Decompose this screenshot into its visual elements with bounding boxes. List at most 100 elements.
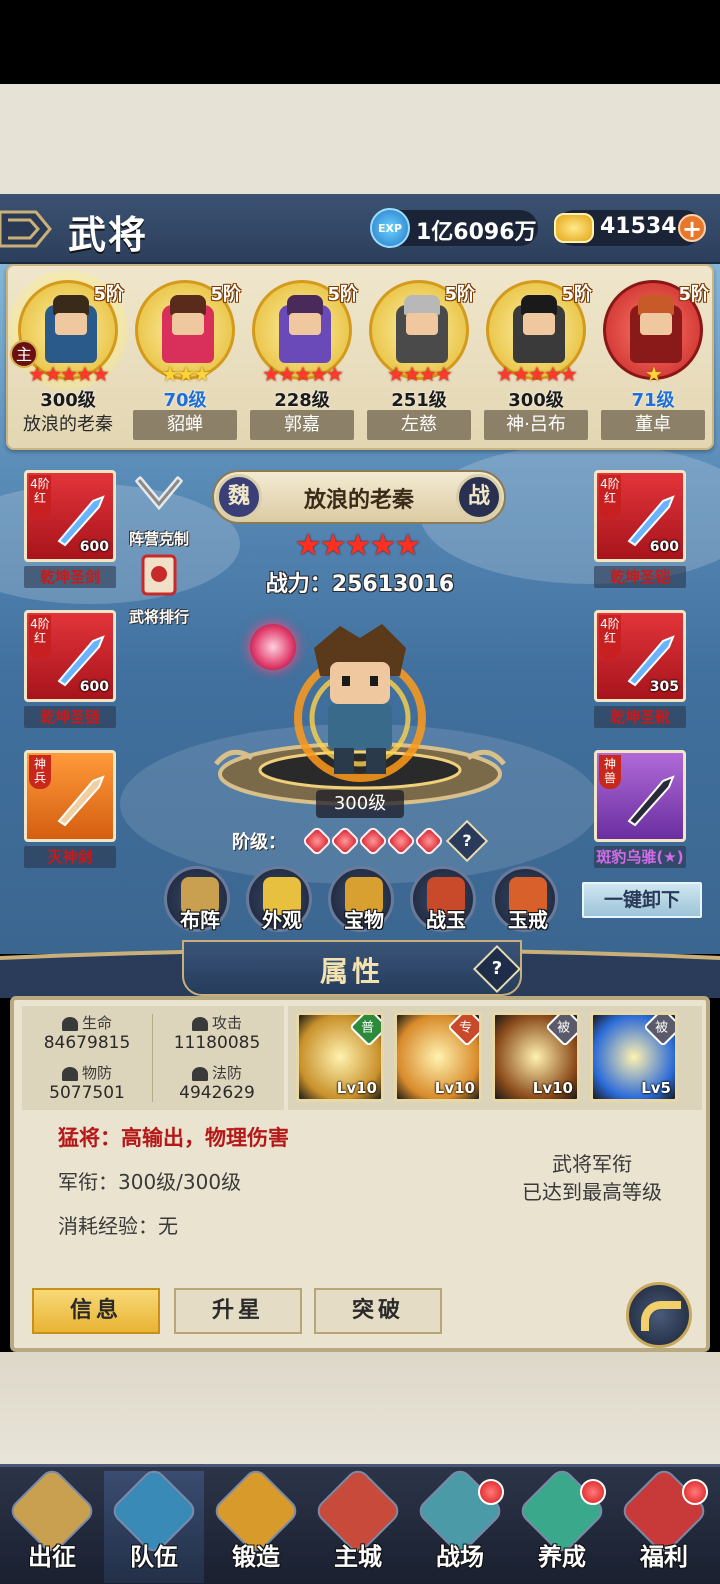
hero-name-label: 放浪的老秦	[23, 414, 113, 435]
equipment-grade-tag: 4阶红	[29, 615, 51, 659]
paw-shield-icon	[61, 1066, 78, 1081]
hero-card[interactable]: 5阶 ★★★★★ 300级 放浪的老秦主	[8, 270, 128, 444]
nav-main-city[interactable]: 主城	[308, 1465, 408, 1583]
skill-type-badge: 被	[545, 1015, 577, 1047]
hero-card[interactable]: 5阶 ★★★★ 251级 左慈	[363, 276, 475, 444]
tab-upgrade-star[interactable]: 升星	[174, 1288, 302, 1334]
appearance-label: 外观	[262, 908, 302, 932]
hero-avatar	[162, 295, 214, 363]
skill-slot[interactable]: 普 Lv10	[296, 1012, 384, 1102]
stat-0: 生命 84679815	[22, 1012, 152, 1053]
hero-card[interactable]: 5阶 ★★★★★ 300级 神·吕布	[480, 276, 592, 444]
nav-cultivation[interactable]: 养成	[512, 1465, 612, 1583]
equipment-slot-right-1[interactable]: 4阶红 305	[594, 610, 686, 702]
hero-stage: 5阶	[678, 284, 709, 305]
hero-stars: ★★★★	[387, 362, 453, 386]
hero-stage: 5阶	[444, 284, 475, 305]
equipment-name: 灭神剑	[24, 846, 116, 868]
heart-icon	[61, 1016, 78, 1031]
battle-power: 战力：25613016	[265, 572, 455, 597]
faction-seal: 魏	[216, 474, 262, 520]
bottom-nav: 出征 队伍 锻造 主城 战场 养成 福利	[0, 1464, 720, 1584]
tab-breakthrough[interactable]: 突破	[314, 1288, 442, 1334]
pet-orb-icon[interactable]	[250, 624, 296, 670]
background-paper-bottom	[0, 1352, 720, 1464]
rank-help-button[interactable]: ?	[445, 819, 489, 863]
exp-cost-desc: 消耗经验：无	[58, 1214, 178, 1238]
equipment-name: 斑豹乌骓(★)	[594, 846, 686, 868]
nav-team[interactable]: 队伍	[104, 1465, 204, 1583]
skill-slot[interactable]: 被 Lv5	[590, 1012, 678, 1102]
exp-resource: EXP 1亿6096万	[370, 208, 538, 248]
jade-ring-button[interactable]: 玉戒	[492, 866, 558, 932]
equipment-slot-right-0[interactable]: 4阶红 600	[594, 470, 686, 562]
equipment-slot-left-2[interactable]: 神兵	[24, 750, 116, 842]
equipment-grade-tag: 4阶红	[29, 475, 51, 519]
exp-value: 1亿6096万	[416, 220, 537, 245]
skill-slot[interactable]: 专 Lv10	[394, 1012, 482, 1102]
attribute-panel: 生命 84679815 攻击 11180085 物防 5077501 法防 4942629 普…	[10, 996, 710, 1352]
main-hero-badge: 主	[10, 340, 38, 368]
stat-value: 5077501	[49, 1083, 125, 1103]
status-bar	[0, 0, 720, 84]
hero-stars: ★★★★★	[262, 362, 344, 386]
nav-welfare[interactable]: 福利	[614, 1465, 714, 1583]
hero-character-sprite[interactable]	[290, 618, 430, 788]
nav-label: 出征	[28, 1543, 76, 1571]
nav-forge[interactable]: 锻造	[206, 1465, 306, 1583]
stat-key: 生命	[81, 1014, 112, 1032]
hero-roster: 5阶 ★★★★★ 300级放浪的老秦 主 5阶 ★★★ 70级 貂蝉 5阶 ★★★★★ 228级 郭嘉…	[6, 264, 714, 450]
header-bar: 武将 EXP 1亿6096万 41534 +	[0, 194, 720, 264]
description-area: 猛将：高输出，物理伤害 军衔：300级/300级 消耗经验：无 武将军衔 已达到…	[22, 1110, 702, 1286]
unequip-all-button[interactable]: 一键卸下	[582, 882, 702, 918]
tab-info[interactable]: 信息	[32, 1288, 160, 1334]
equipment-grade-tag: 4阶红	[599, 475, 621, 519]
hero-ranking-label: 武将排行	[128, 608, 189, 626]
hero-star-rating: ★★★★★	[294, 528, 421, 563]
camp-counter-button[interactable]: 阵营克制	[124, 470, 194, 549]
nav-battlefield[interactable]: 战场	[410, 1465, 510, 1583]
stat-key: 物防	[81, 1064, 112, 1082]
treasure-button[interactable]: 宝物	[328, 866, 394, 932]
rank-row: 阶级： ?	[232, 819, 492, 863]
skill-type-badge: 普	[349, 1015, 381, 1047]
equipment-count: 600	[79, 679, 109, 695]
exp-icon: EXP	[370, 208, 410, 248]
swords-icon	[191, 1016, 208, 1031]
nav-label: 主城	[334, 1543, 382, 1571]
menu-back-icon[interactable]	[0, 202, 54, 256]
jade-ring-label: 玉戒	[508, 908, 548, 932]
equipment-icon	[57, 775, 105, 827]
hero-level: 300级	[316, 790, 404, 818]
hero-ranking-button[interactable]: 武将排行	[124, 548, 194, 627]
equipment-grade-tag: 4阶红	[599, 615, 621, 659]
equipment-slot-right-2[interactable]: 神兽	[594, 750, 686, 842]
skill-slot[interactable]: 被 Lv10	[492, 1012, 580, 1102]
nav-label: 福利	[640, 1543, 688, 1571]
rank-gem-icon	[385, 825, 417, 857]
equipment-count: 305	[649, 679, 679, 695]
stat-2: 物防 5077501	[22, 1062, 152, 1103]
hero-card[interactable]: 5阶 ★ 71级 董卓	[597, 276, 709, 444]
back-button[interactable]	[626, 1282, 692, 1348]
hero-card[interactable]: 5阶 ★★★★★ 228级 郭嘉	[246, 276, 358, 444]
hero-avatar	[279, 295, 331, 363]
hero-level-label: 300级	[40, 390, 96, 411]
hero-stage: 5阶	[561, 284, 592, 305]
nav-label: 战场	[436, 1543, 484, 1571]
equipment-slot-left-0[interactable]: 4阶红 600	[24, 470, 116, 562]
notification-dot-icon	[682, 1479, 708, 1505]
hero-card[interactable]: 5阶 ★★★ 70级 貂蝉	[129, 276, 241, 444]
treasure-label: 宝物	[344, 908, 384, 932]
battle-jade-button[interactable]: 战玉	[410, 866, 476, 932]
appearance-button[interactable]: 外观	[246, 866, 312, 932]
helmet-icon	[191, 1066, 208, 1081]
nav-label: 锻造	[232, 1543, 280, 1571]
nav-expedition[interactable]: 出征	[2, 1465, 102, 1583]
equipment-slot-left-1[interactable]: 4阶红 600	[24, 610, 116, 702]
notification-dot-icon	[478, 1479, 504, 1505]
add-gold-button[interactable]: +	[678, 214, 706, 242]
formation-button[interactable]: 布阵	[164, 866, 230, 932]
hero-name-label: 左慈	[367, 410, 471, 440]
hero-stars: ★★★	[161, 362, 211, 386]
